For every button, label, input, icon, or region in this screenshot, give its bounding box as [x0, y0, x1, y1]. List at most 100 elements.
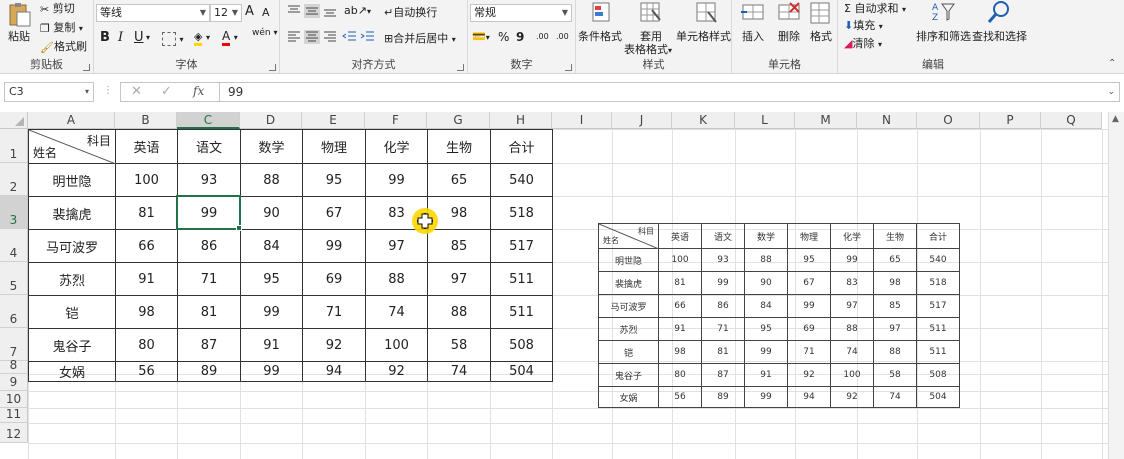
border-button[interactable]: ▾	[162, 32, 184, 46]
main-value-cell[interactable]: 100	[365, 328, 428, 362]
thumb-corner-cell[interactable]: 科目 姓名	[598, 223, 659, 249]
main-name-cell[interactable]: 裴擒虎	[28, 196, 116, 230]
main-value-cell[interactable]: 98	[115, 295, 178, 329]
main-value-cell[interactable]: 87	[177, 328, 241, 362]
thumb-value-cell[interactable]: 100	[830, 363, 874, 387]
number-format-select[interactable]: 常规 ▼	[470, 4, 572, 22]
thumb-value-cell[interactable]: 518	[916, 271, 960, 295]
italic-button[interactable]: I	[118, 30, 123, 45]
thumb-value-cell[interactable]: 91	[744, 363, 788, 387]
phonetic-button[interactable]: wén ▾	[252, 28, 278, 38]
font-color-button[interactable]: A ▾	[222, 29, 238, 46]
thumb-value-cell[interactable]: 85	[873, 294, 917, 318]
underline-button[interactable]: U	[134, 30, 144, 45]
main-value-cell[interactable]: 508	[490, 328, 553, 362]
column-header-f[interactable]: F	[365, 112, 427, 129]
thumb-value-cell[interactable]: 87	[701, 363, 745, 387]
align-right-button[interactable]	[322, 30, 338, 44]
underline-dropdown[interactable]: ▾	[146, 33, 150, 42]
thumb-value-cell[interactable]: 98	[873, 271, 917, 295]
thumb-value-cell[interactable]: 83	[830, 271, 874, 295]
bold-button[interactable]: B	[100, 30, 110, 45]
main-header-cell[interactable]: 英语	[115, 129, 178, 164]
accounting-button[interactable]: 💳▾	[472, 30, 490, 43]
align-center-button[interactable]	[304, 30, 320, 44]
thumb-value-cell[interactable]: 66	[658, 294, 702, 318]
thumb-header-cell[interactable]: 数学	[744, 223, 788, 249]
main-value-cell[interactable]: 504	[490, 361, 553, 382]
thumb-name-cell[interactable]: 铠	[598, 340, 659, 364]
thumb-value-cell[interactable]: 511	[916, 340, 960, 364]
main-value-cell[interactable]: 81	[115, 196, 178, 230]
column-header-i[interactable]: I	[552, 112, 612, 129]
thumb-value-cell[interactable]: 511	[916, 317, 960, 341]
thumb-name-cell[interactable]: 女娲	[598, 386, 659, 408]
row-header-7[interactable]: 7	[0, 328, 28, 361]
align-top-button[interactable]	[286, 4, 302, 18]
main-value-cell[interactable]: 90	[240, 196, 303, 230]
thumb-value-cell[interactable]: 80	[658, 363, 702, 387]
row-header-9[interactable]: 9	[0, 374, 28, 391]
thumb-value-cell[interactable]: 84	[744, 294, 788, 318]
main-value-cell[interactable]: 71	[177, 262, 241, 296]
sort-filter-button[interactable]: 排序和筛选	[916, 28, 971, 44]
main-value-cell[interactable]: 95	[240, 262, 303, 296]
thumb-value-cell[interactable]: 88	[873, 340, 917, 364]
main-name-cell[interactable]: 明世隐	[28, 163, 116, 197]
thumb-value-cell[interactable]: 91	[658, 317, 702, 341]
thumb-value-cell[interactable]: 74	[873, 386, 917, 408]
copy-button[interactable]: ❐ 复制 ▾	[40, 19, 83, 35]
worksheet-grid[interactable]: ABCDEFGHIJKLMNOPQ 1 2 3 4 5 6 7 8 9 10 11 12 科目 姓名 英语…	[0, 112, 1124, 459]
column-header-b[interactable]: B	[115, 112, 177, 129]
thumb-value-cell[interactable]: 95	[744, 317, 788, 341]
main-corner-cell[interactable]: 科目 姓名	[28, 129, 116, 164]
scroll-up-icon[interactable]: ▲	[1112, 114, 1119, 124]
main-name-cell[interactable]: 鬼谷子	[28, 328, 116, 362]
expand-formula-icon[interactable]: ⌄	[1107, 83, 1115, 101]
main-value-cell[interactable]: 88	[365, 262, 428, 296]
main-name-cell[interactable]: 女娲	[28, 361, 116, 382]
thumb-value-cell[interactable]: 65	[873, 248, 917, 272]
row-header-6[interactable]: 6	[0, 295, 28, 328]
clipboard-launcher-icon[interactable]	[83, 64, 90, 71]
thumb-value-cell[interactable]: 71	[701, 317, 745, 341]
thumb-value-cell[interactable]: 540	[916, 248, 960, 272]
vertical-scrollbar[interactable]: ▲	[1108, 112, 1124, 459]
row-header-12[interactable]: 12	[0, 423, 28, 443]
thumb-value-cell[interactable]: 92	[787, 363, 831, 387]
align-bottom-button[interactable]	[322, 4, 338, 18]
main-value-cell[interactable]: 89	[177, 361, 241, 382]
main-value-cell[interactable]: 74	[365, 295, 428, 329]
main-value-cell[interactable]: 99	[240, 295, 303, 329]
shrink-font-button[interactable]: A	[262, 6, 270, 19]
find-select-button[interactable]: 查找和选择	[972, 28, 1027, 44]
thumb-name-cell[interactable]: 马可波罗	[598, 294, 659, 318]
formula-input[interactable]: 99 ⌄	[220, 82, 1120, 102]
thumb-header-cell[interactable]: 物理	[787, 223, 831, 249]
column-header-m[interactable]: M	[795, 112, 857, 129]
main-value-cell[interactable]: 88	[240, 163, 303, 197]
increase-indent-button[interactable]	[360, 30, 376, 44]
main-value-cell[interactable]: 518	[490, 196, 553, 230]
thumb-header-cell[interactable]: 生物	[873, 223, 917, 249]
row-header-4[interactable]: 4	[0, 229, 28, 262]
main-value-cell[interactable]: 56	[115, 361, 178, 382]
thumb-header-cell[interactable]: 语文	[701, 223, 745, 249]
main-value-cell[interactable]: 66	[115, 229, 178, 263]
grow-font-button[interactable]: A	[245, 4, 254, 19]
thumb-value-cell[interactable]: 94	[787, 386, 831, 408]
thumb-value-cell[interactable]: 93	[701, 248, 745, 272]
main-value-cell[interactable]: 74	[427, 361, 491, 382]
thumb-value-cell[interactable]: 86	[701, 294, 745, 318]
main-header-cell[interactable]: 合计	[490, 129, 553, 164]
column-header-j[interactable]: J	[612, 112, 672, 129]
row-header-3[interactable]: 3	[0, 196, 28, 229]
number-launcher-icon[interactable]	[565, 64, 572, 71]
main-name-cell[interactable]: 铠	[28, 295, 116, 329]
main-value-cell[interactable]: 80	[115, 328, 178, 362]
column-header-n[interactable]: N	[857, 112, 917, 129]
thumb-value-cell[interactable]: 99	[830, 248, 874, 272]
format-button[interactable]: 格式	[810, 28, 832, 44]
main-value-cell[interactable]: 97	[427, 262, 491, 296]
row-header-2[interactable]: 2	[0, 163, 28, 196]
